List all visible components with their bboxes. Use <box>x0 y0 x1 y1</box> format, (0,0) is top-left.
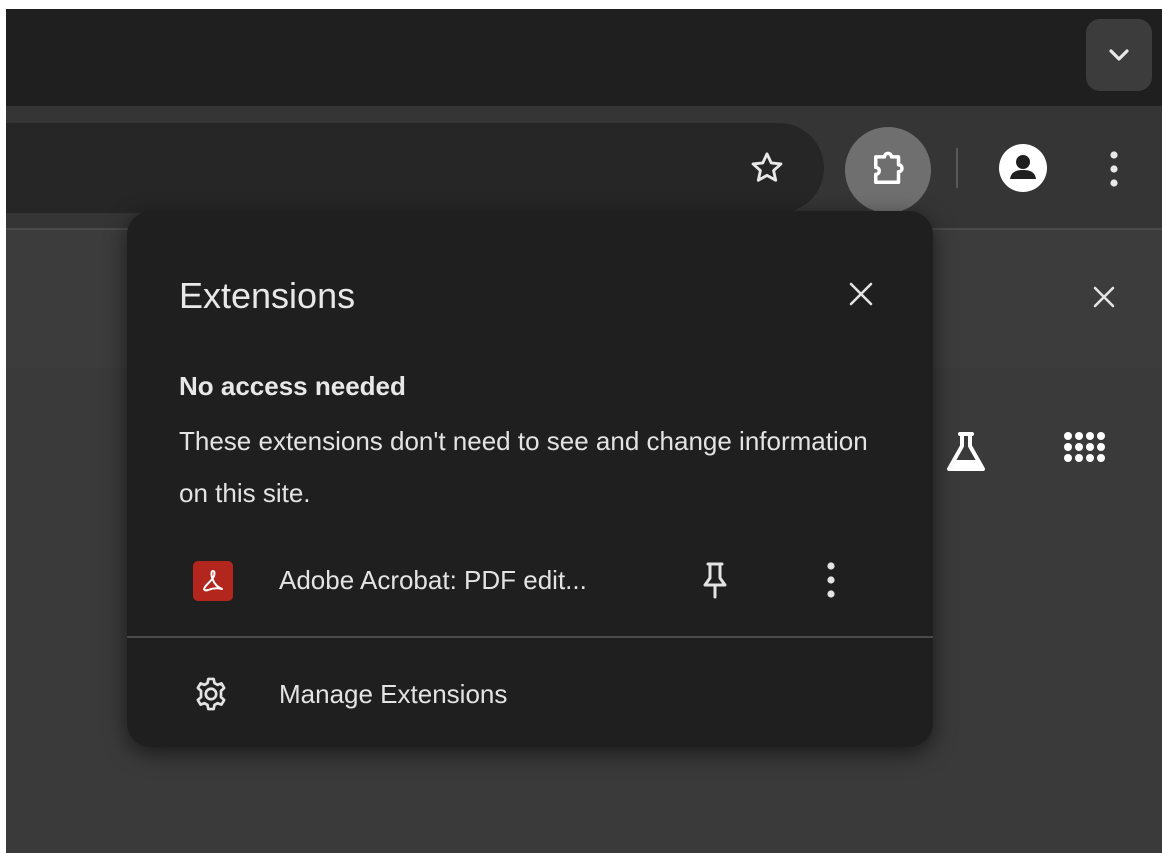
google-apps-button[interactable] <box>1056 424 1112 480</box>
extension-more-button[interactable] <box>806 555 856 605</box>
account-circle-icon <box>999 144 1047 192</box>
apps-grid-icon <box>1064 432 1105 462</box>
close-icon <box>1093 286 1115 308</box>
gear-icon <box>189 672 233 716</box>
bookmark-button[interactable] <box>736 137 798 199</box>
extensions-button[interactable] <box>845 127 931 213</box>
more-vertical-icon <box>1110 151 1118 187</box>
extension-name[interactable]: Adobe Acrobat: PDF edit... <box>279 565 587 596</box>
star-outline-icon <box>751 152 783 182</box>
close-icon <box>849 282 873 306</box>
manage-extensions-label: Manage Extensions <box>279 679 508 709</box>
puzzle-piece-icon <box>874 151 904 184</box>
chevron-down-icon <box>1109 49 1129 61</box>
browser-menu-button[interactable] <box>1094 144 1134 194</box>
more-vertical-icon <box>827 562 835 598</box>
info-bar-close-button[interactable] <box>1080 273 1128 321</box>
flask-icon <box>947 432 985 471</box>
extension-row[interactable]: Adobe Acrobat: PDF edit... <box>127 543 933 619</box>
toolbar-separator <box>956 148 958 188</box>
pin-extension-button[interactable] <box>690 555 740 605</box>
profile-button[interactable] <box>994 139 1052 197</box>
popup-divider <box>127 636 933 638</box>
tab-search-button[interactable] <box>1086 19 1152 91</box>
popup-close-button[interactable] <box>836 269 886 319</box>
manage-extensions-button[interactable]: Manage Extensions <box>127 656 933 732</box>
section-heading: No access needed <box>179 371 406 401</box>
tab-strip <box>6 9 1162 106</box>
toolbar <box>6 106 1162 228</box>
labs-button[interactable] <box>938 424 994 480</box>
section-description: These extensions don't need to see and c… <box>179 426 868 508</box>
pin-icon <box>703 562 727 599</box>
adobe-acrobat-icon <box>193 561 233 601</box>
browser-window: Extensions No access needed These extens… <box>6 9 1162 853</box>
popup-title: Extensions <box>179 275 356 316</box>
extensions-menu-popup: Extensions No access needed These extens… <box>127 211 933 747</box>
address-bar[interactable] <box>6 123 824 213</box>
